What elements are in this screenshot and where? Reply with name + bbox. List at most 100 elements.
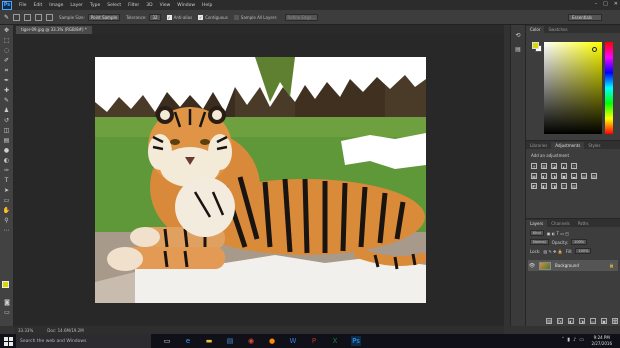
magic-eraser-icon[interactable]: ✎	[4, 14, 9, 21]
levels-icon[interactable]: ▥	[541, 163, 547, 169]
chrome-icon[interactable]: ◉	[246, 336, 256, 346]
screen-mode-icon[interactable]: ▭	[2, 309, 12, 317]
taskbar-search[interactable]: Search the web and Windows	[16, 334, 151, 348]
eraser-tool-icon[interactable]: ◫	[2, 127, 12, 135]
menu-select[interactable]: Select	[107, 3, 121, 8]
marquee-tool-icon[interactable]: ⬚	[2, 37, 12, 45]
rectangle-tool-icon[interactable]: ▭	[2, 197, 12, 205]
pen-tool-icon[interactable]: ✑	[2, 167, 12, 175]
tab-layers[interactable]: Layers	[526, 220, 548, 227]
add-selection-icon[interactable]	[24, 13, 32, 21]
menu-type[interactable]: Type	[90, 3, 100, 8]
tab-color[interactable]: Color	[526, 26, 545, 33]
path-select-icon[interactable]: ➤	[2, 187, 12, 195]
color-picker-marker[interactable]	[592, 47, 597, 52]
black-white-icon[interactable]: ◑	[551, 173, 557, 179]
curves-icon[interactable]: ◪	[551, 163, 557, 169]
photo-filter-icon[interactable]: ▣	[561, 173, 567, 179]
vibrance-icon[interactable]: ▽	[571, 163, 577, 169]
windows-start-icon[interactable]	[2, 335, 14, 347]
document-tab[interactable]: tiger-09.jpg @ 33.3% (RGB/8#) *	[16, 26, 92, 34]
add-mask-icon[interactable]: ◐	[568, 318, 574, 324]
tab-channels[interactable]: Channels	[547, 220, 574, 227]
foreground-color[interactable]	[2, 281, 9, 288]
kind-filter-select[interactable]: Kind	[530, 230, 544, 236]
volume-icon[interactable]: ♪	[573, 337, 576, 343]
quick-select-tool-icon[interactable]: ✐	[2, 57, 12, 65]
sample-size-select[interactable]: Point Sample	[87, 13, 121, 21]
taskbar-clock[interactable]: 9:24 PM 2/27/2016	[591, 335, 612, 347]
tiger-photo[interactable]	[95, 57, 426, 303]
more-tools-icon[interactable]: ⋯	[2, 227, 12, 235]
layer-style-icon[interactable]: fx	[557, 318, 563, 324]
adjustment-layer-icon[interactable]: ◑	[579, 318, 585, 324]
word-icon[interactable]: W	[288, 336, 298, 346]
menu-help[interactable]: Help	[202, 3, 212, 8]
color-field[interactable]	[544, 42, 602, 134]
properties-panel-icon[interactable]: ▤	[514, 45, 522, 53]
hue-saturation-icon[interactable]: ▦	[531, 173, 537, 179]
move-tool-icon[interactable]: ✥	[2, 27, 12, 35]
menu-file[interactable]: File	[19, 3, 27, 8]
lasso-tool-icon[interactable]: ◌	[2, 47, 12, 55]
task-view-icon[interactable]: ▭	[162, 336, 172, 346]
opacity-input[interactable]: 100%	[571, 239, 588, 245]
history-panel-icon[interactable]: ⟲	[514, 31, 522, 39]
edge-icon[interactable]: e	[183, 336, 193, 346]
type-tool-icon[interactable]: T	[2, 177, 12, 185]
notification-icon[interactable]: ▭	[579, 337, 584, 343]
tolerance-input[interactable]: 32	[149, 13, 161, 21]
brightness-icon[interactable]: ☀	[531, 163, 537, 169]
quick-mask-icon[interactable]: ◙	[2, 299, 12, 307]
file-explorer-icon[interactable]: ▬	[204, 336, 214, 346]
workspace-select[interactable]: Essentials	[568, 14, 602, 21]
clone-stamp-icon[interactable]: ♟	[2, 107, 12, 115]
color-lookup-icon[interactable]: ▤	[581, 173, 587, 179]
history-brush-icon[interactable]: ↺	[2, 117, 12, 125]
exposure-icon[interactable]: ◭	[561, 163, 567, 169]
zoom-tool-icon[interactable]: ⚲	[2, 217, 12, 225]
zoom-level[interactable]: 33.33%	[18, 328, 33, 333]
trash-icon[interactable]: 🗑	[612, 318, 618, 324]
selective-color-icon[interactable]: ▨	[571, 183, 577, 189]
new-layer-icon[interactable]: ▣	[601, 318, 607, 324]
menu-filter[interactable]: Filter	[128, 3, 139, 8]
brush-tool-icon[interactable]: ✎	[2, 97, 12, 105]
tab-adjustments[interactable]: Adjustments	[551, 142, 585, 149]
grid-adjust-icon[interactable]: ▧	[591, 173, 597, 179]
maximize-icon[interactable]: □	[603, 1, 608, 7]
blend-mode-select[interactable]: Normal	[530, 239, 549, 245]
menu-3d[interactable]: 3D	[146, 3, 152, 8]
gradient-map-icon[interactable]: ◫	[561, 183, 567, 189]
chevron-up-icon[interactable]: ˄	[562, 337, 565, 343]
color-balance-icon[interactable]: ◐	[541, 173, 547, 179]
close-icon[interactable]: ✕	[614, 1, 618, 7]
refine-edge-button[interactable]: Refine Edge...	[284, 13, 319, 21]
new-group-icon[interactable]: ▭	[590, 318, 596, 324]
new-selection-icon[interactable]	[13, 13, 21, 21]
tab-libraries[interactable]: Libraries	[526, 142, 551, 149]
panel-foreground-color[interactable]	[532, 42, 539, 49]
subtract-selection-icon[interactable]	[35, 13, 43, 21]
layer-row-background[interactable]: 👁 Background 🔒	[528, 260, 618, 271]
menu-view[interactable]: View	[160, 3, 171, 8]
store-icon[interactable]: ▤	[225, 336, 235, 346]
eye-icon[interactable]: 👁	[528, 263, 536, 269]
intersect-selection-icon[interactable]	[46, 13, 54, 21]
menu-edit[interactable]: Edit	[34, 3, 43, 8]
menu-layer[interactable]: Layer	[70, 3, 83, 8]
crop-tool-icon[interactable]: ⌗	[2, 67, 12, 75]
invert-icon[interactable]: ◩	[531, 183, 537, 189]
contiguous-checkbox[interactable]: ✓	[198, 14, 204, 20]
lock-icons[interactable]: ▨ ✎ ✥ 🔒	[543, 249, 562, 254]
anti-alias-checkbox[interactable]: ✓	[166, 14, 172, 20]
sample-all-layers-checkbox[interactable]	[233, 14, 239, 20]
filter-icons[interactable]: ▣ ◐ T ▭ ◰	[547, 231, 569, 236]
posterize-icon[interactable]: ◧	[541, 183, 547, 189]
blur-tool-icon[interactable]: ●	[2, 147, 12, 155]
network-icon[interactable]: ▮	[567, 337, 570, 343]
menu-window[interactable]: Window	[177, 3, 195, 8]
tab-swatches[interactable]: Swatches	[544, 26, 571, 33]
excel-icon[interactable]: X	[330, 336, 340, 346]
gradient-tool-icon[interactable]: ▤	[2, 137, 12, 145]
